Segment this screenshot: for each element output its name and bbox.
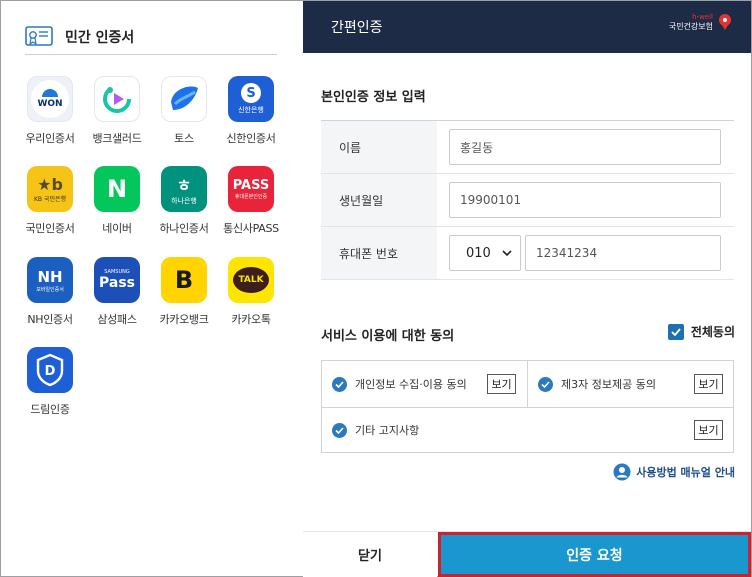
- phone-prefix-select[interactable]: 010: [449, 235, 521, 271]
- view-privacy-button[interactable]: 보기: [487, 374, 516, 394]
- app-label: 뱅크샐러드: [92, 132, 142, 145]
- kakaobank-icon: B: [161, 257, 207, 303]
- app-label: NH인증서: [27, 313, 73, 326]
- app-label: 카카오톡: [231, 313, 271, 326]
- view-third-party-button[interactable]: 보기: [694, 374, 723, 394]
- app-label: 토스: [174, 132, 194, 145]
- birth-label: 생년월일: [321, 174, 437, 226]
- name-input[interactable]: 홍길동: [449, 129, 721, 165]
- agree-item-third-party[interactable]: 제3자 정보제공 동의: [538, 376, 656, 392]
- checkbox-checked-icon: [667, 323, 684, 340]
- app-label: 신한인증서: [226, 132, 276, 145]
- agreement-box: 개인정보 수집·이용 동의 보기 제3자 정보제공 동의 보기 기타 고지사항 …: [321, 360, 734, 453]
- app-label: 통신사PASS: [223, 222, 279, 235]
- hana-icon: ㅎ 하나은행: [161, 166, 207, 212]
- kakaotalk-icon: TALK: [228, 257, 274, 303]
- form-row-phone: 휴대폰 번호 010 12341234: [321, 227, 734, 280]
- woori-icon: WON: [27, 76, 73, 122]
- nh-icon: NH 모바일인증서: [27, 257, 73, 303]
- nhis-logo: h-well 국민건강보험: [669, 13, 733, 31]
- app-label: 삼성패스: [97, 313, 137, 326]
- check-circle-icon: [332, 422, 347, 438]
- app-toss[interactable]: 토스: [151, 76, 217, 146]
- form-row-name: 이름 홍길동: [321, 121, 734, 174]
- shinhan-icon: S 신한은행: [228, 76, 274, 122]
- toss-icon: [161, 76, 207, 122]
- dream-icon: D: [27, 347, 73, 393]
- private-cert-title: 민간 인증서: [65, 29, 135, 46]
- app-naver[interactable]: N 네이버: [84, 166, 150, 236]
- section-title-agree: 서비스 이용에 대한 동의: [321, 329, 455, 344]
- svg-text:D: D: [45, 364, 56, 379]
- phone-input[interactable]: 12341234: [525, 235, 721, 271]
- app-nh[interactable]: NH 모바일인증서 NH인증서: [17, 257, 83, 327]
- app-kb[interactable]: ★b KB 국민은행 국민인증서: [17, 166, 83, 236]
- samsung-pass-icon: SAMSUNG Pass: [94, 257, 140, 303]
- certificate-icon: [25, 25, 53, 46]
- app-label: 우리인증서: [25, 132, 75, 145]
- private-cert-panel: 민간 인증서 WON 우리인증서 뱅크샐러드 토스 S 신한은행 신한인증서 ★…: [1, 1, 303, 576]
- agree-item-privacy[interactable]: 개인정보 수집·이용 동의: [332, 376, 467, 392]
- auth-request-button[interactable]: 인증 요청: [438, 532, 751, 577]
- app-banksalad[interactable]: 뱅크샐러드: [84, 76, 150, 146]
- user-guide-icon: [613, 463, 631, 481]
- name-label: 이름: [321, 121, 437, 173]
- nhis-logo-icon: [719, 14, 731, 30]
- pass-icon: PASS 휴대폰본인인증: [228, 166, 274, 212]
- app-pass[interactable]: PASS 휴대폰본인인증 통신사PASS: [218, 166, 284, 236]
- phone-label: 휴대폰 번호: [321, 227, 437, 279]
- app-label: 드림인증: [30, 403, 70, 416]
- naver-icon: N: [94, 166, 140, 212]
- check-circle-icon: [538, 376, 553, 392]
- app-kakaotalk[interactable]: TALK 카카오톡: [218, 257, 284, 327]
- birth-input[interactable]: 19900101: [449, 182, 721, 218]
- manual-guide-link[interactable]: 사용방법 매뉴얼 안내: [613, 463, 735, 481]
- app-woori[interactable]: WON 우리인증서: [17, 76, 83, 146]
- app-label: 하나인증서: [159, 222, 209, 235]
- bottom-button-bar: 닫기 인증 요청: [303, 531, 751, 577]
- app-samsung-pass[interactable]: SAMSUNG Pass 삼성패스: [84, 257, 150, 327]
- app-label: 카카오뱅크: [159, 313, 209, 326]
- simple-auth-panel: 간편인증 h-well 국민건강보험 본인인증 정보 입력 이름 홍길동 생년월…: [303, 1, 751, 577]
- header-bar: 간편인증 h-well 국민건강보험: [303, 1, 751, 53]
- kb-icon: ★b KB 국민은행: [27, 166, 73, 212]
- app-dream[interactable]: D 드림인증: [17, 347, 83, 417]
- private-cert-header: 민간 인증서: [25, 19, 277, 55]
- close-button[interactable]: 닫기: [303, 532, 437, 577]
- check-circle-icon: [332, 376, 347, 392]
- banksalad-icon: [94, 76, 140, 122]
- identity-form: 이름 홍길동 생년월일 19900101 휴대폰 번호 010 12341234: [321, 120, 734, 280]
- app-label: 국민인증서: [25, 222, 75, 235]
- app-hana[interactable]: ㅎ 하나은행 하나인증서: [151, 166, 217, 236]
- header-title: 간편인증: [331, 20, 383, 36]
- section-title-info: 본인인증 정보 입력: [321, 90, 426, 105]
- chevron-down-icon: [502, 250, 512, 257]
- view-etc-button[interactable]: 보기: [694, 420, 723, 440]
- agree-all-checkbox[interactable]: 전체동의: [667, 323, 735, 340]
- app-kakaobank[interactable]: B 카카오뱅크: [151, 257, 217, 327]
- agree-item-etc[interactable]: 기타 고지사항: [332, 422, 419, 438]
- app-shinhan[interactable]: S 신한은행 신한인증서: [218, 76, 284, 146]
- form-row-birth: 생년월일 19900101: [321, 174, 734, 227]
- app-label: 네이버: [102, 222, 132, 235]
